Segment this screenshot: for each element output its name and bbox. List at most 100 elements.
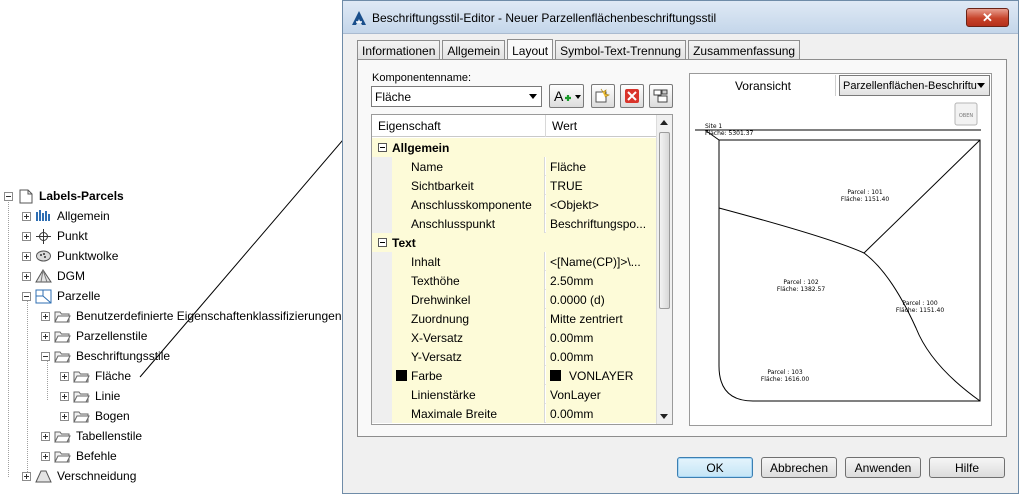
property-value[interactable]: Fläche: [546, 157, 657, 176]
collapse-icon[interactable]: [378, 238, 387, 247]
property-value[interactable]: 2.50mm: [546, 271, 657, 290]
property-value[interactable]: 0.00mm: [546, 404, 657, 423]
tab-layout[interactable]: Layout: [507, 39, 554, 61]
folder-icon: [54, 429, 71, 444]
collapse-icon[interactable]: [378, 143, 387, 152]
property-name: Anschlusskomponente: [392, 195, 545, 214]
expand-icon[interactable]: [22, 211, 31, 221]
expand-icon[interactable]: [41, 331, 50, 341]
tree-item-punkt[interactable]: Punkt: [22, 226, 88, 246]
scrollbar-thumb[interactable]: [659, 132, 670, 309]
tab-symbol-text-trennung[interactable]: Symbol-Text-Trennung: [555, 40, 687, 60]
tree-item-allgemein[interactable]: Allgemein: [22, 206, 110, 226]
property-row[interactable]: Drehwinkel 0.0000 (d): [372, 290, 657, 309]
tree-item-benutzerdefinierte[interactable]: Benutzerdefinierte Eigenschaftenklassifi…: [41, 306, 342, 326]
expand-icon[interactable]: [22, 231, 31, 241]
property-row[interactable]: Anschlusspunkt Beschriftungspo...: [372, 214, 657, 233]
property-row[interactable]: Linienstärke VonLayer: [372, 385, 657, 404]
expand-icon[interactable]: [22, 471, 31, 481]
ok-button[interactable]: OK: [677, 457, 753, 478]
folder-open-icon: [54, 349, 71, 364]
expand-icon[interactable]: [60, 391, 69, 401]
collapse-icon[interactable]: [22, 291, 31, 301]
property-row[interactable]: X-Versatz 0.00mm: [372, 328, 657, 347]
property-row[interactable]: Texthöhe 2.50mm: [372, 271, 657, 290]
property-category-row[interactable]: Allgemein: [372, 138, 657, 157]
property-value[interactable]: VONLAYER: [546, 366, 657, 385]
expand-icon[interactable]: [41, 451, 50, 461]
property-name-label: Linienstärke: [411, 387, 476, 402]
preview-style-dropdown[interactable]: Parzellenflächen-Beschriftu: [839, 75, 990, 96]
parcel-name: Parcel : 100: [902, 300, 937, 307]
property-row[interactable]: Maximale Breite 0.00mm: [372, 404, 657, 423]
category-cell[interactable]: Text: [372, 233, 657, 252]
delete-component-button[interactable]: [620, 84, 644, 108]
close-button[interactable]: ✕: [966, 8, 1009, 27]
category-cell[interactable]: Allgemein: [372, 138, 657, 157]
tree-item-label: DGM: [57, 269, 85, 283]
property-value[interactable]: <[Name(CP)]>\...: [546, 252, 657, 271]
help-button[interactable]: Hilfe: [929, 457, 1005, 478]
property-value[interactable]: Mitte zentriert: [546, 309, 657, 328]
property-value[interactable]: TRUE: [546, 176, 657, 195]
collapse-icon[interactable]: [4, 191, 13, 201]
row-gutter: [372, 157, 392, 176]
property-value-text: TRUE: [550, 178, 583, 193]
tree-root[interactable]: Labels-Parcels: [4, 186, 124, 206]
cancel-button[interactable]: Abbrechen: [761, 457, 837, 478]
component-name-dropdown[interactable]: Fläche: [371, 86, 542, 107]
property-row[interactable]: Name Fläche: [372, 157, 657, 176]
tree-item-linie[interactable]: Linie: [60, 386, 120, 406]
property-row[interactable]: Zuordnung Mitte zentriert: [372, 309, 657, 328]
point-icon: [35, 228, 52, 244]
expand-icon[interactable]: [41, 431, 50, 441]
tree-item-befehle[interactable]: Befehle: [41, 446, 117, 466]
component-draw-order-button[interactable]: [649, 84, 673, 108]
tree-item-tabellenstile[interactable]: Tabellenstile: [41, 426, 142, 446]
color-swatch-icon: [550, 370, 561, 381]
tab-informationen[interactable]: Informationen: [357, 40, 441, 60]
copy-component-button[interactable]: [591, 84, 615, 108]
tree-item-bogen[interactable]: Bogen: [60, 406, 130, 426]
property-row[interactable]: Y-Versatz 0.00mm: [372, 347, 657, 366]
settings-tree: Labels-Parcels Allgemein Punkt Punktwolk…: [0, 184, 345, 494]
expand-icon[interactable]: [22, 251, 31, 261]
tree-item-verschneidung[interactable]: Verschneidung: [22, 466, 136, 486]
property-value[interactable]: Beschriftungspo...: [546, 214, 657, 233]
expand-icon[interactable]: [60, 411, 69, 421]
tree-item-flaeche[interactable]: Fläche: [60, 366, 131, 386]
property-grid-scrollbar[interactable]: [656, 115, 672, 424]
property-value[interactable]: 0.0000 (d): [546, 290, 657, 309]
property-row[interactable]: Anschlusskomponente <Objekt>: [372, 195, 657, 214]
property-category-row[interactable]: Text: [372, 233, 657, 252]
collapse-icon[interactable]: [41, 351, 50, 361]
property-row[interactable]: Inhalt <[Name(CP)]>\...: [372, 252, 657, 271]
tab-allgemein[interactable]: Allgemein: [442, 40, 506, 60]
property-value[interactable]: 0.00mm: [546, 328, 657, 347]
expand-icon[interactable]: [41, 311, 50, 321]
column-header-eigenschaft[interactable]: Eigenschaft: [372, 115, 546, 137]
tab-zusammenfassung[interactable]: Zusammenfassung: [688, 40, 801, 60]
scroll-down-icon[interactable]: [660, 414, 668, 419]
property-value[interactable]: 0.00mm: [546, 347, 657, 366]
parcel-name: Parcel : 101: [847, 189, 882, 196]
tree-item-dgm[interactable]: DGM: [22, 266, 85, 286]
dialog-titlebar[interactable]: Beschriftungsstil-Editor - Neuer Parzell…: [343, 1, 1018, 34]
expand-icon[interactable]: [60, 371, 69, 381]
property-value[interactable]: VonLayer: [546, 385, 657, 404]
property-value[interactable]: <Objekt>: [546, 195, 657, 214]
tree-item-parzellenstile[interactable]: Parzellenstile: [41, 326, 147, 346]
property-row[interactable]: Farbe VONLAYER: [372, 366, 657, 385]
scroll-up-icon[interactable]: [660, 120, 668, 125]
tab-label: Zusammenfassung: [693, 43, 796, 58]
tree-item-label: Parzelle: [57, 289, 101, 303]
apply-button[interactable]: Anwenden: [845, 457, 921, 478]
column-header-wert[interactable]: Wert: [546, 115, 657, 137]
tree-item-beschriftungsstile[interactable]: Beschriftungsstile: [41, 346, 170, 366]
tree-item-punktwolke[interactable]: Punktwolke: [22, 246, 118, 266]
expand-icon[interactable]: [22, 271, 31, 281]
add-component-button[interactable]: A: [549, 84, 584, 108]
tree-item-parzelle[interactable]: Parzelle: [22, 286, 100, 306]
preview-canvas[interactable]: OBEN Site 1 Fläche: 5301.37 Parcel : 101…: [691, 98, 990, 424]
property-row[interactable]: Sichtbarkeit TRUE: [372, 176, 657, 195]
